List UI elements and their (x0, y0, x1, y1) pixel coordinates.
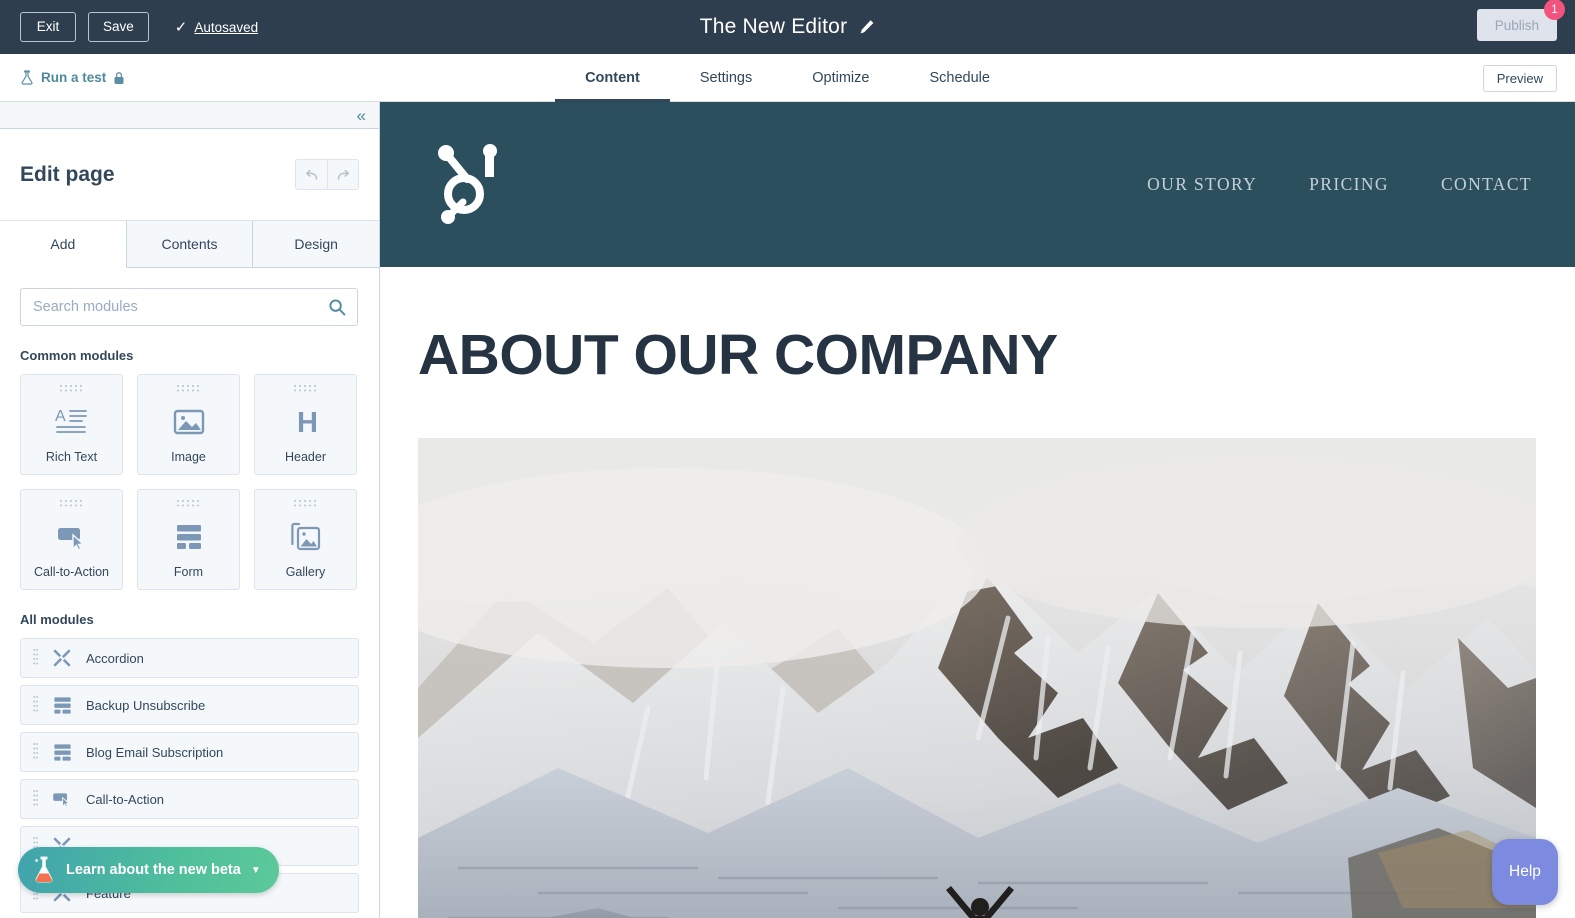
site-nav-link-our-story[interactable]: OUR STORY (1147, 174, 1257, 195)
list-item[interactable]: Backup Unsubscribe (20, 685, 359, 725)
module-card-label: Gallery (285, 565, 326, 579)
redo-button[interactable] (327, 160, 358, 189)
hubspot-sprocket-logo-icon (438, 139, 516, 230)
module-card-form[interactable]: Form (137, 489, 240, 590)
drag-grip-icon (33, 790, 38, 806)
svg-text:H: H (297, 407, 318, 437)
list-item[interactable]: Blog Email Subscription (20, 732, 359, 772)
about-heading[interactable]: ABOUT OUR COMPANY (418, 322, 1537, 388)
custom-module-icon (52, 648, 72, 668)
all-modules-label: All modules (20, 612, 94, 627)
drag-grip-icon (293, 385, 316, 392)
drag-grip-icon (293, 500, 316, 507)
pencil-edit-icon[interactable] (859, 19, 875, 35)
site-nav-link-pricing[interactable]: PRICING (1309, 174, 1389, 195)
list-item-label: Backup Unsubscribe (86, 697, 206, 713)
drag-grip-icon (59, 500, 82, 507)
module-card-rich-text[interactable]: A Rich Text (20, 374, 123, 475)
search-icon[interactable] (328, 298, 346, 321)
editor-nav-bar: Run a test Content Settings Optimize Sch… (0, 54, 1575, 102)
header-icon: H (291, 393, 321, 450)
autosave-status: ✓ Autosaved (175, 18, 258, 36)
beta-pill-label: Learn about the new beta (66, 862, 241, 878)
list-item[interactable]: Accordion (20, 638, 359, 678)
list-item-label: Blog Email Subscription (86, 744, 224, 760)
tab-schedule[interactable]: Schedule (899, 54, 1019, 102)
hero-image[interactable] (418, 438, 1536, 918)
search-modules-wrap (20, 288, 359, 326)
tab-optimize[interactable]: Optimize (782, 54, 899, 102)
sidebar-header: Edit page (0, 129, 379, 221)
list-item-label: Call-to-Action (86, 791, 165, 807)
form-icon (52, 743, 72, 762)
drag-grip-icon (33, 696, 38, 712)
tab-content[interactable]: Content (555, 54, 670, 102)
sidebar-tab-design[interactable]: Design (253, 221, 379, 268)
top-bar-left-group: Exit Save ✓ Autosaved (0, 12, 258, 42)
site-nav: OUR STORY PRICING CONTACT (1147, 174, 1532, 195)
help-button[interactable]: Help (1492, 839, 1558, 905)
rich-text-icon: A (55, 393, 89, 450)
list-item-label: Accordion (86, 650, 144, 666)
check-icon: ✓ (174, 19, 188, 36)
publish-button-wrap: Publish 1 (1476, 0, 1565, 41)
module-card-label: Header (285, 450, 326, 464)
sidebar-collapse-bar: « (0, 102, 379, 129)
cta-icon (52, 790, 72, 808)
drag-grip-icon (33, 649, 38, 665)
sidebar-title: Edit page (20, 162, 115, 186)
site-header-module[interactable]: OUR STORY PRICING CONTACT (380, 102, 1575, 267)
undo-icon (305, 169, 318, 180)
form-icon (175, 508, 203, 565)
page-title: The New Editor (699, 15, 848, 38)
top-bar: Exit Save ✓ Autosaved The New Editor Pub… (0, 0, 1575, 54)
sidebar-body: Common modules A Rich Text (0, 268, 379, 917)
editor-sidebar: « Edit page Add Contents Design Search m… (0, 102, 380, 918)
module-card-label: Form (173, 565, 204, 579)
flask-icon (35, 856, 53, 883)
drag-grip-icon (176, 385, 199, 392)
learn-about-beta-button[interactable]: Learn about the new beta ▼ (18, 847, 279, 893)
redo-icon (337, 169, 349, 180)
svg-text:A: A (55, 408, 66, 425)
module-card-label: Call-to-Action (33, 565, 110, 579)
undo-redo-group (295, 159, 359, 190)
undo-button[interactable] (296, 160, 327, 189)
site-nav-link-contact[interactable]: CONTACT (1441, 174, 1532, 195)
drag-grip-icon (59, 385, 82, 392)
common-modules-grid: A Rich Text Image H Header Call-to-Actio… (20, 374, 359, 590)
mountain-photo-graphic (418, 438, 1536, 918)
module-card-label: Rich Text (45, 450, 98, 464)
sidebar-tab-contents[interactable]: Contents (126, 221, 254, 268)
exit-button[interactable]: Exit (20, 12, 76, 42)
sidebar-tab-list: Add Contents Design (0, 221, 379, 268)
sidebar-tab-add[interactable]: Add (0, 221, 127, 268)
preview-button[interactable]: Preview (1482, 65, 1557, 92)
list-item[interactable]: Call-to-Action (20, 779, 359, 819)
chevron-down-icon: ▼ (250, 864, 261, 876)
cta-icon (56, 508, 88, 565)
site-main-content: ABOUT OUR COMPANY (380, 267, 1575, 918)
autosaved-label[interactable]: Autosaved (194, 20, 258, 35)
module-card-call-to-action[interactable]: Call-to-Action (20, 489, 123, 590)
image-icon (173, 393, 205, 450)
drag-grip-icon (33, 743, 38, 759)
editor-tab-list: Content Settings Optimize Schedule (0, 54, 1575, 102)
tab-settings[interactable]: Settings (670, 54, 782, 102)
gallery-icon (290, 508, 321, 565)
form-icon (52, 696, 72, 715)
page-preview-canvas: OUR STORY PRICING CONTACT ABOUT OUR COMP… (380, 102, 1575, 918)
save-button[interactable]: Save (88, 12, 149, 42)
publish-badge: 1 (1544, 0, 1565, 20)
drag-grip-icon (176, 500, 199, 507)
collapse-sidebar-icon[interactable]: « (357, 107, 366, 124)
search-input[interactable] (20, 288, 358, 326)
common-modules-label: Common modules (20, 348, 134, 363)
module-card-header[interactable]: H Header (254, 374, 357, 475)
module-card-label: Image (171, 450, 206, 464)
module-card-image[interactable]: Image (137, 374, 240, 475)
module-card-gallery[interactable]: Gallery (254, 489, 357, 590)
